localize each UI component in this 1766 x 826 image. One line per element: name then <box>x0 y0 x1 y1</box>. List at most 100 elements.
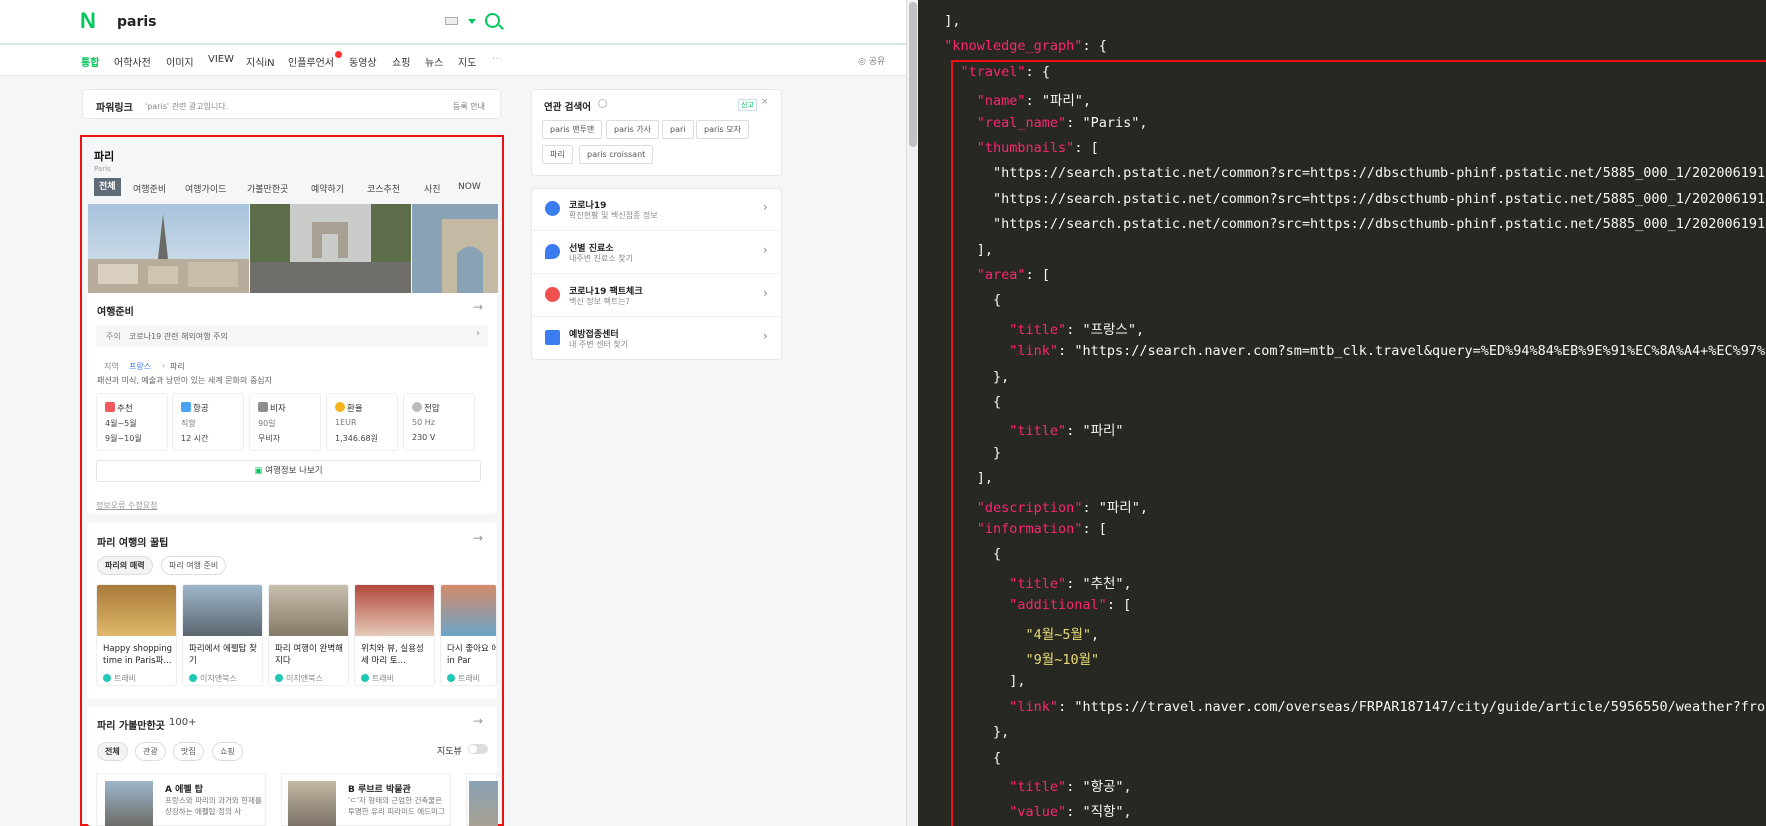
side-item-covid[interactable]: 코로나19 확진현황 및 백신접종 정보 › <box>531 188 781 231</box>
info-icon[interactable] <box>598 99 607 108</box>
tip-card[interactable]: Happy shopping time in Paris파... 트래비 <box>96 584 177 686</box>
tab-influencer[interactable]: 인플루언서 <box>288 54 334 69</box>
share-button[interactable]: ◎ 공유 <box>858 54 885 67</box>
code-line: "real_name": "Paris", <box>976 114 1148 131</box>
code-line: "title": "프랑스", <box>1009 321 1145 338</box>
powerlink-title: 파워링크 <box>96 103 133 114</box>
side-item-vaccine-center[interactable]: 예방접종센터 내 주변 센터 찾기 › <box>531 317 781 360</box>
code-line: "knowledge_graph": { <box>944 38 1107 55</box>
travel-name: 파리 <box>94 150 115 163</box>
code-line: "link": "https://travel.naver.com/overse… <box>1009 698 1766 715</box>
subtab-now[interactable]: NOW <box>458 182 481 192</box>
subtab-prep[interactable]: 여행준비 <box>133 182 166 195</box>
tab-all[interactable]: 통합 <box>81 54 99 69</box>
tips-chip-charm[interactable]: 파리의 매력 <box>97 556 153 575</box>
related-chip[interactable]: paris croissant <box>579 145 654 164</box>
place-image <box>469 781 498 826</box>
places-chip-food[interactable]: 맛집 <box>173 742 204 761</box>
tab-shopping[interactable]: 쇼핑 <box>392 54 410 69</box>
place-name: A 에펠 탑 <box>165 785 204 795</box>
search-icon[interactable] <box>485 13 500 28</box>
share-travel-info-button[interactable]: ▣ 여행정보 나보기 <box>96 460 481 482</box>
info-recommend[interactable]: 추천 4월~5월 9월~10월 <box>96 393 168 451</box>
travel-real-name: Paris <box>94 165 111 173</box>
search-tabs: 통합 어학사전 이미지 VIEW 지식iN 인플루언서 동영상 쇼핑 뉴스 지도… <box>0 44 906 76</box>
region-label: 지역 <box>104 362 119 371</box>
info-value: 230 V <box>412 433 436 442</box>
notice-bar[interactable]: 주의 코로나19 관련 해외여행 주의 › <box>96 326 488 346</box>
tip-card[interactable]: 위치와 뷰, 실용성 세 마리 토... 트래비 <box>354 584 435 686</box>
region-country-link[interactable]: 프랑스 <box>129 361 151 372</box>
info-title: 비자 <box>270 404 286 414</box>
place-image <box>288 781 336 826</box>
places-chip-shopping[interactable]: 쇼핑 <box>212 742 243 761</box>
tab-images[interactable]: 이미지 <box>166 54 194 69</box>
keyboard-icon[interactable] <box>445 17 458 25</box>
info-flight[interactable]: 항공 직항 12 시간 <box>172 393 244 451</box>
share-btn-label: 여행정보 나보기 <box>265 466 323 476</box>
side-item-factcheck[interactable]: 코로나19 팩트체크 백신 정보 팩트는? › <box>531 274 781 317</box>
tips-title: 파리 여행의 꿀팁 <box>97 538 169 549</box>
tip-card[interactable]: 파리에서 에펠탑 찾기 이지앤북스 <box>182 584 263 686</box>
tab-video[interactable]: 동영상 <box>349 54 377 69</box>
place-name: B 루브르 박물관 <box>348 785 411 795</box>
related-chip[interactable]: 파리 <box>542 145 573 164</box>
tip-source: 트래비 <box>361 673 394 684</box>
tab-dictionary[interactable]: 어학사전 <box>114 54 151 69</box>
page-scrollbar[interactable] <box>906 0 918 826</box>
code-line: "thumbnails": [ <box>976 140 1099 156</box>
subtab-photo[interactable]: 사진 <box>424 182 441 195</box>
code-line: { <box>928 749 1002 766</box>
travel-photo-2[interactable] <box>250 204 411 293</box>
info-value: 4월~5월 <box>105 419 137 428</box>
travel-photo-3[interactable] <box>412 204 498 293</box>
close-icon[interactable]: × <box>761 97 769 107</box>
tab-map[interactable]: 지도 <box>458 54 476 69</box>
subtab-course[interactable]: 코스추천 <box>367 182 400 195</box>
place-desc: 'ㄷ'자 형태의 근엄한 건축물은 투명한 유리 피라미드 에드미그 <box>348 796 445 816</box>
tips-chip-prep[interactable]: 파리 여행 준비 <box>161 556 227 575</box>
report-button[interactable]: 신고 <box>738 99 757 111</box>
tab-view[interactable]: VIEW <box>208 54 234 65</box>
tab-kin[interactable]: 지식iN <box>246 54 275 69</box>
tip-title: 다시 좋아요 에포르 in Par <box>447 644 496 666</box>
places-chip-all[interactable]: 전체 <box>97 742 128 761</box>
tip-card[interactable]: 다시 좋아요 에포르 in Par 트래비 <box>440 584 497 686</box>
related-chip[interactable]: paris 모자 <box>696 120 749 139</box>
naver-logo[interactable]: N <box>80 8 96 34</box>
related-chip[interactable]: pari <box>662 120 694 139</box>
side-item-clinic[interactable]: 선별 진료소 내주변 진료소 찾기 › <box>531 231 781 274</box>
place-card[interactable]: A 에펠 탑 프랑스와 파리의 과거와 현재를 상징하는 에펠탑 정의 사 <box>96 773 266 826</box>
info-voltage[interactable]: 전압 50 Hz 230 V <box>403 393 475 451</box>
powerlink-register[interactable]: 등록 안내 <box>453 101 485 112</box>
code-line: "area": [ <box>976 267 1050 283</box>
related-chip[interactable]: paris 맨투맨 <box>542 120 603 139</box>
edit-request-link[interactable]: 정보오류 수정요청 <box>96 500 157 511</box>
subtab-places[interactable]: 가볼만한곳 <box>247 182 288 195</box>
info-exchange[interactable]: 환율 1EUR 1,346.68원 <box>326 393 398 451</box>
code-line: { <box>928 546 1002 563</box>
subtab-all[interactable]: 전체 <box>94 178 121 196</box>
place-card[interactable] <box>466 773 498 826</box>
search-input[interactable]: paris <box>117 14 157 30</box>
tab-more[interactable]: ··· <box>492 54 502 65</box>
subtab-booking[interactable]: 예약하기 <box>311 182 344 195</box>
calendar-icon <box>105 402 115 412</box>
info-visa[interactable]: 비자 90일 무비자 <box>249 393 321 451</box>
related-chip[interactable]: paris 가사 <box>606 120 659 139</box>
mapview-toggle[interactable] <box>468 744 488 754</box>
subtab-guide[interactable]: 여행가이드 <box>185 182 226 195</box>
travel-photo-1[interactable] <box>88 204 249 293</box>
side-item-sub: 백신 정보 팩트는? <box>569 297 630 306</box>
tab-news[interactable]: 뉴스 <box>425 54 443 69</box>
arrow-right-icon[interactable]: → <box>473 531 483 545</box>
region-city: 파리 <box>170 362 185 371</box>
prep-title: 여행준비 <box>97 307 134 318</box>
arrow-right-icon[interactable]: → <box>473 714 483 728</box>
chevron-down-icon[interactable] <box>468 19 476 24</box>
tip-card[interactable]: 파리 여행이 완벽해지다 이지앤북스 <box>268 584 349 686</box>
scrollbar-thumb[interactable] <box>909 2 917 147</box>
places-chip-sight[interactable]: 관광 <box>135 742 166 761</box>
place-card[interactable]: B 루브르 박물관 'ㄷ'자 형태의 근엄한 건축물은 투명한 유리 피라미드 … <box>281 773 451 826</box>
arrow-right-icon[interactable]: → <box>473 300 483 314</box>
